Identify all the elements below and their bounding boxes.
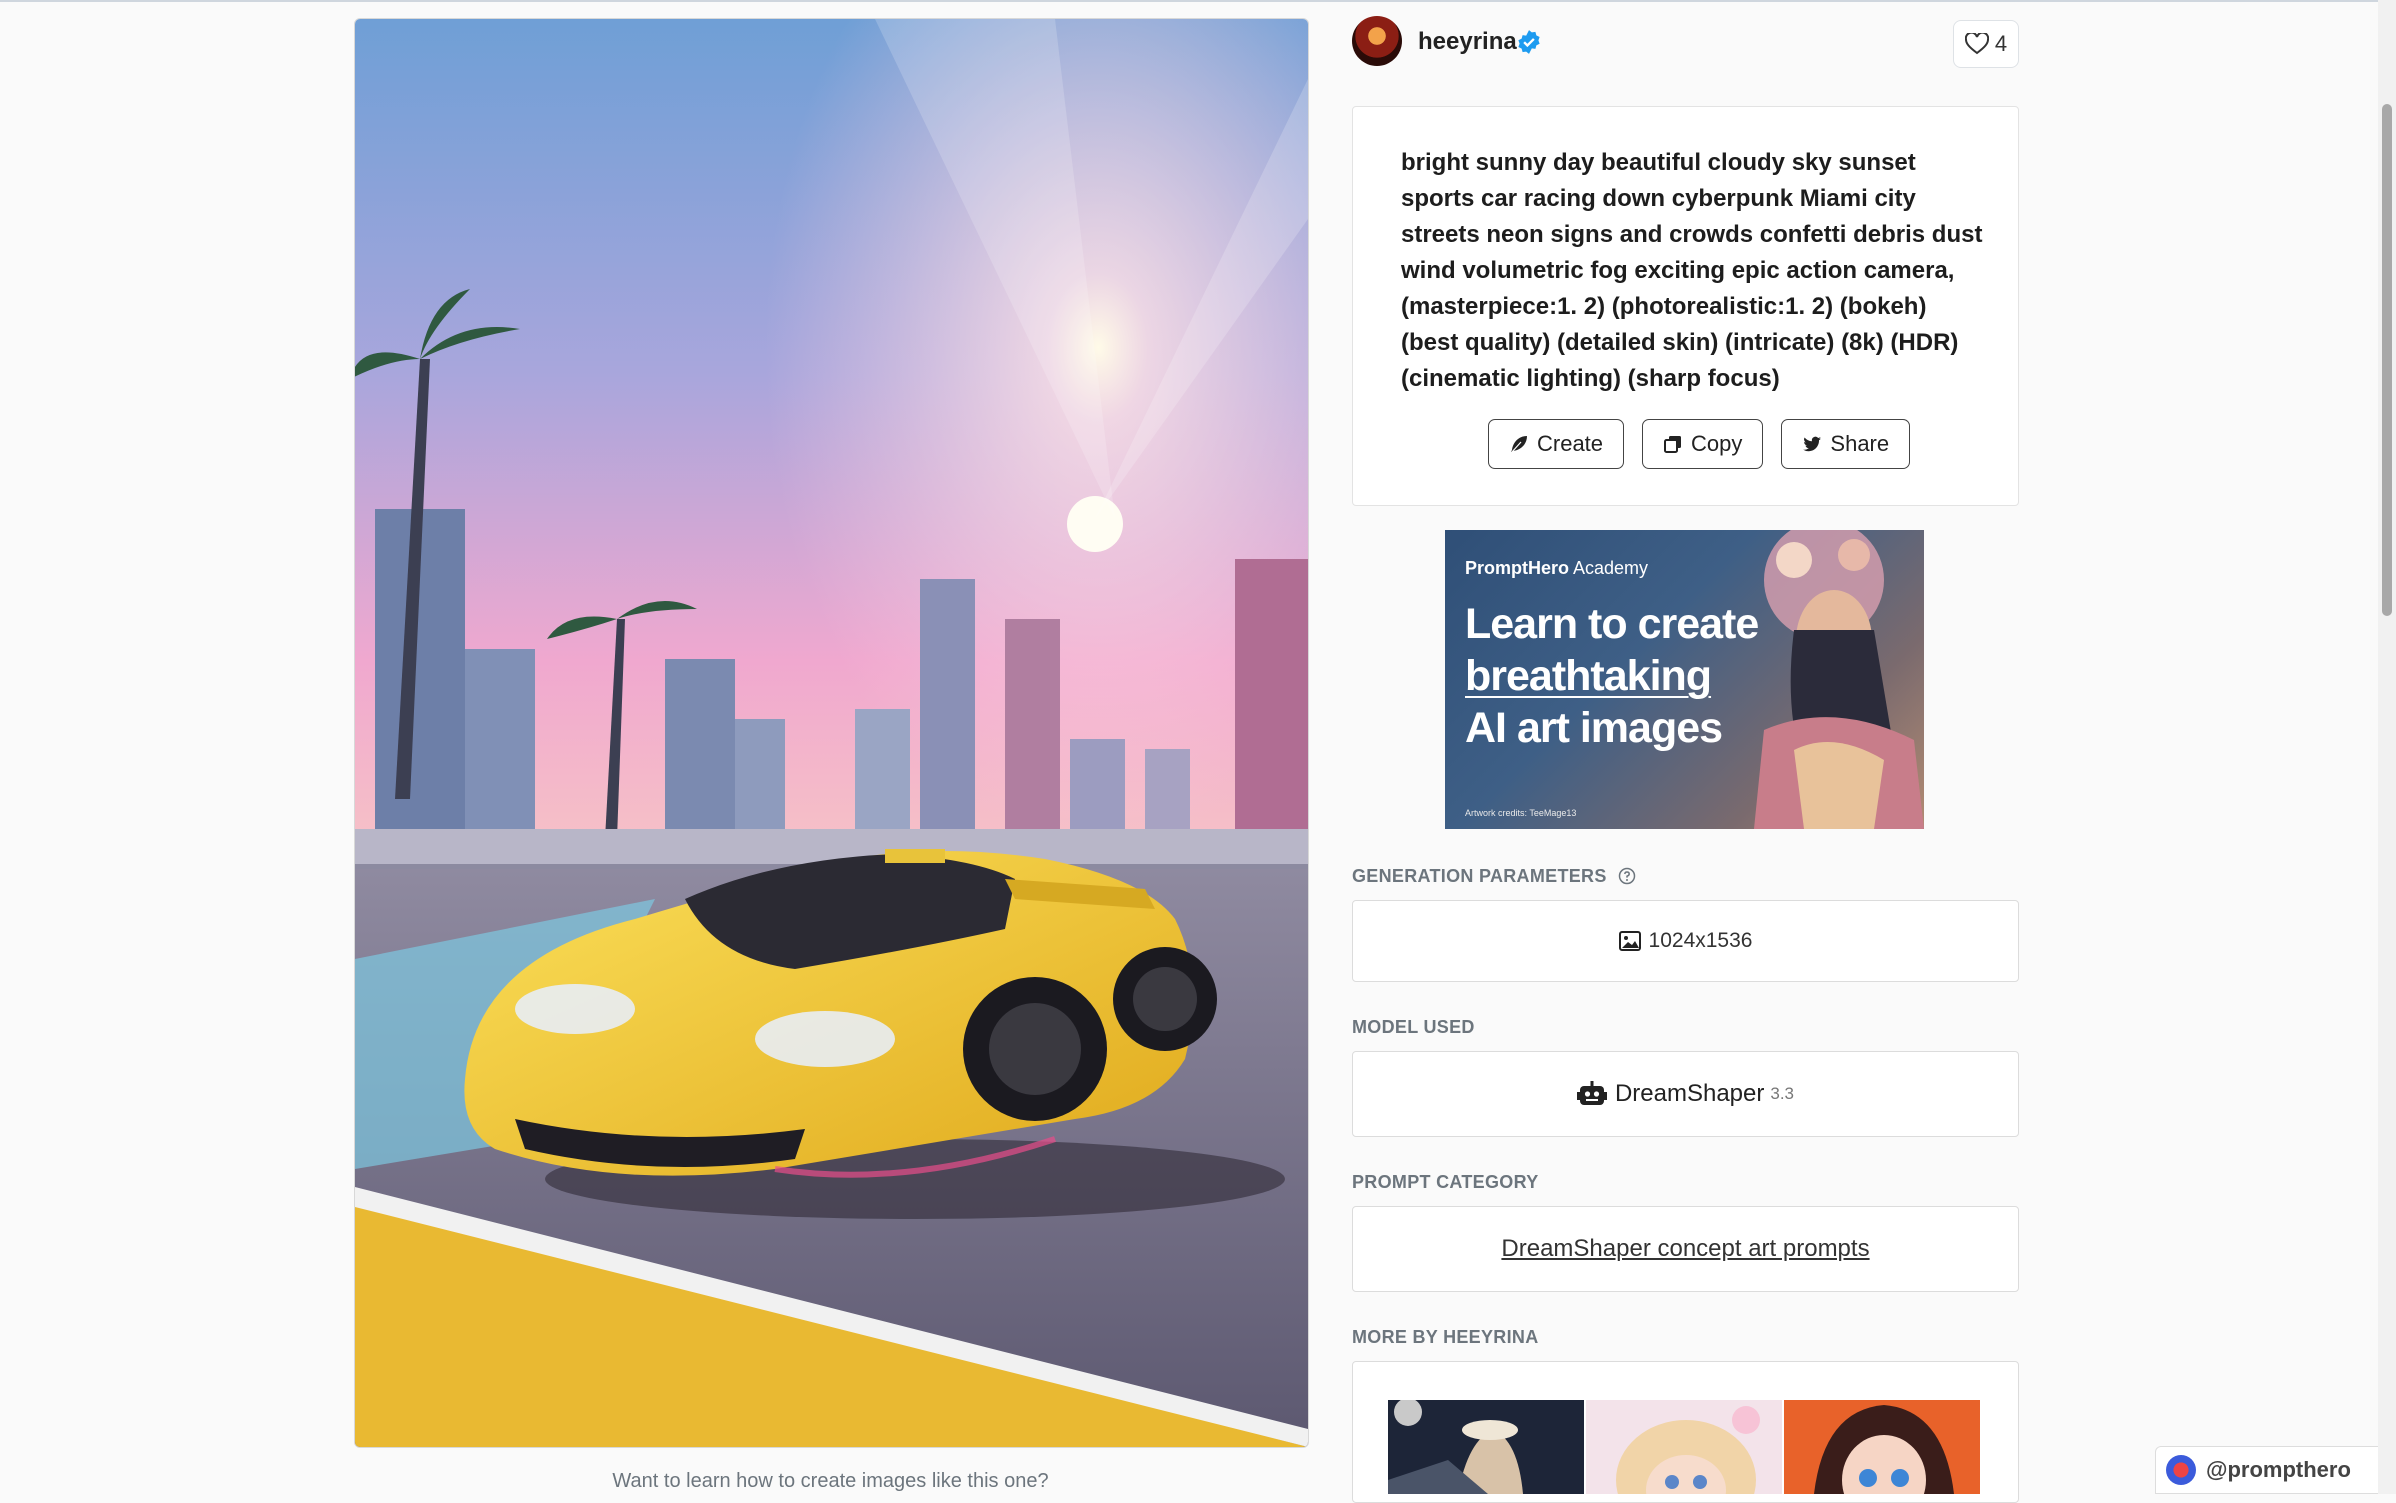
image-size: 1024x1536	[1648, 929, 1753, 952]
prompt-category-box: DreamShaper concept art prompts	[1352, 1206, 2019, 1292]
more-by-thumbnail-1[interactable]	[1388, 1400, 1584, 1494]
prompt-text: bright sunny day beautiful cloudy sky su…	[1401, 149, 1983, 392]
promo-brand: PromptHero Academy	[1465, 558, 1648, 579]
prompt-category-label: PROMPT CATEGORY	[1352, 1172, 1539, 1192]
more-by-label: MORE BY HEEYRINA	[1352, 1327, 1539, 1347]
generation-parameters-box: 1024x1536	[1352, 900, 2019, 982]
academy-promo-banner[interactable]: PromptHero Academy Learn to create breat…	[1445, 530, 1924, 829]
copy-icon	[1664, 436, 1682, 453]
verified-icon	[1518, 30, 1540, 54]
top-border	[0, 0, 2396, 2]
thumbnail-2-image	[1586, 1400, 1782, 1494]
promo-credits: Artwork credits: TeeMage13	[1465, 808, 1577, 818]
copy-label: Copy	[1691, 431, 1743, 456]
like-button[interactable]: 4	[1953, 20, 2019, 68]
model-name: DreamShaper	[1614, 1080, 1765, 1107]
promo-brand-bold: PromptHero	[1465, 558, 1570, 578]
create-label: Create	[1537, 431, 1604, 456]
prompthero-badge[interactable]: @prompthero	[2155, 1446, 2396, 1494]
create-button[interactable]: Create	[1488, 419, 1625, 469]
below-image-text: Want to learn how to create images like …	[612, 1470, 1049, 1492]
generation-parameters-text: GENERATION PARAMETERS	[1352, 866, 1607, 886]
share-label: Share	[1830, 431, 1890, 456]
model-used-label: MODEL USED	[1352, 1017, 1475, 1037]
promo-brand-rest: Academy	[1569, 558, 1649, 578]
image-icon	[1618, 931, 1641, 951]
more-by-thumbnail-3[interactable]	[1784, 1400, 1980, 1494]
generated-image[interactable]	[354, 18, 1309, 1448]
robot-icon	[1576, 1081, 1607, 1105]
model-version: 3.3	[1770, 1084, 1795, 1103]
share-button[interactable]: Share	[1781, 419, 1911, 469]
like-count: 4	[1994, 31, 2008, 56]
prompt-actions: Create Copy Share	[1488, 419, 1911, 469]
promo-line-3: AI art images	[1465, 704, 1723, 752]
scrollbar-thumb[interactable]	[2382, 104, 2392, 616]
promo-line-2: breathtaking	[1465, 652, 1712, 700]
thumbnail-1-image	[1388, 1400, 1584, 1494]
copy-button[interactable]: Copy	[1642, 419, 1764, 469]
feather-icon	[1511, 436, 1527, 453]
prompthero-avatar	[2166, 1455, 2196, 1485]
thumbnail-3-image	[1784, 1400, 1980, 1494]
model-box[interactable]: DreamShaper 3.3	[1352, 1051, 2019, 1137]
author-avatar[interactable]	[1352, 16, 1402, 66]
heart-icon	[1964, 33, 1989, 55]
help-icon[interactable]	[1618, 867, 1636, 885]
page-scrollbar[interactable]	[2378, 0, 2396, 1494]
generation-parameters-label: GENERATION PARAMETERS	[1352, 866, 1636, 887]
promo-line-1: Learn to create	[1465, 600, 1759, 648]
promo-headline: Learn to create breathtaking AI art imag…	[1465, 598, 1759, 754]
author-name[interactable]: heeyrina	[1418, 28, 1517, 56]
prompthero-handle: @prompthero	[2206, 1457, 2351, 1482]
prompt-category-link[interactable]: DreamShaper concept art prompts	[1501, 1235, 1869, 1263]
more-by-thumbnail-2[interactable]	[1586, 1400, 1782, 1494]
sports-car-image	[355, 19, 1308, 1447]
twitter-icon	[1803, 436, 1822, 452]
prompt-card: bright sunny day beautiful cloudy sky su…	[1352, 106, 2019, 506]
author-row: heeyrina 4	[1352, 16, 2019, 70]
